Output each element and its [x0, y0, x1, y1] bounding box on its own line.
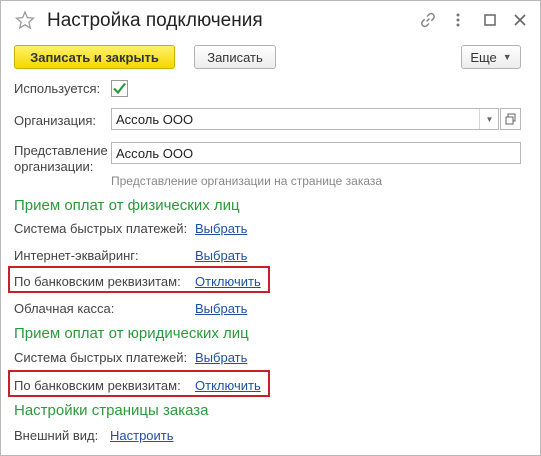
legal-sbp-label: Система быстрых платежей: — [14, 350, 188, 365]
org-repr-label-line1: Представление — [14, 143, 108, 158]
legal-bank-disable-link[interactable]: Отключить — [195, 378, 261, 393]
connection-settings-window: Настройка подключения Записать и закрыть… — [0, 0, 541, 456]
chevron-down-icon: ▼ — [502, 52, 512, 62]
more-button[interactable]: Еще ▼ — [461, 45, 521, 69]
link-icon[interactable] — [418, 10, 438, 30]
star-icon[interactable] — [15, 10, 35, 30]
section-title-legal: Прием оплат от юридических лиц — [14, 325, 249, 342]
individuals-cloud-label: Облачная касса: — [14, 301, 115, 316]
individuals-acquiring-select-link[interactable]: Выбрать — [195, 248, 247, 263]
legal-sbp-select-link[interactable]: Выбрать — [195, 350, 247, 365]
individuals-sbp-select-link[interactable]: Выбрать — [195, 221, 247, 236]
more-vertical-icon[interactable] — [448, 10, 468, 30]
legal-bank-label: По банковским реквизитам: — [14, 378, 181, 393]
open-organization-button[interactable] — [500, 108, 521, 130]
section-title-order-page: Настройки страницы заказа — [14, 402, 209, 419]
checkmark-icon — [113, 82, 126, 95]
individuals-acquiring-label: Интернет-эквайринг: — [14, 248, 139, 263]
individuals-bank-disable-link[interactable]: Отключить — [195, 274, 261, 289]
org-representation-field[interactable]: Ассоль ООО — [111, 142, 521, 164]
window-title: Настройка подключения — [47, 10, 263, 31]
more-button-label: Еще — [470, 49, 497, 65]
individuals-bank-label: По банковским реквизитам: — [14, 274, 181, 289]
organization-field[interactable]: Ассоль ООО — [111, 108, 499, 130]
org-repr-label-line2: организации: — [14, 159, 94, 174]
appearance-label: Внешний вид: — [14, 428, 99, 443]
maximize-icon[interactable] — [480, 10, 500, 30]
close-icon[interactable] — [510, 10, 530, 30]
dropdown-arrow-icon[interactable]: ▼ — [479, 109, 499, 129]
save-and-close-button[interactable]: Записать и закрыть — [14, 45, 175, 69]
open-window-icon — [505, 113, 516, 125]
section-title-individuals: Прием оплат от физических лиц — [14, 197, 240, 214]
save-button[interactable]: Записать — [194, 45, 276, 69]
individuals-cloud-select-link[interactable]: Выбрать — [195, 301, 247, 316]
individuals-sbp-label: Система быстрых платежей: — [14, 221, 188, 236]
org-representation-hint: Представление организации на странице за… — [111, 174, 383, 188]
appearance-configure-link[interactable]: Настроить — [110, 428, 174, 443]
used-label: Используется: — [14, 81, 101, 96]
used-checkbox[interactable] — [111, 80, 128, 97]
organization-label: Организация: — [14, 113, 97, 128]
